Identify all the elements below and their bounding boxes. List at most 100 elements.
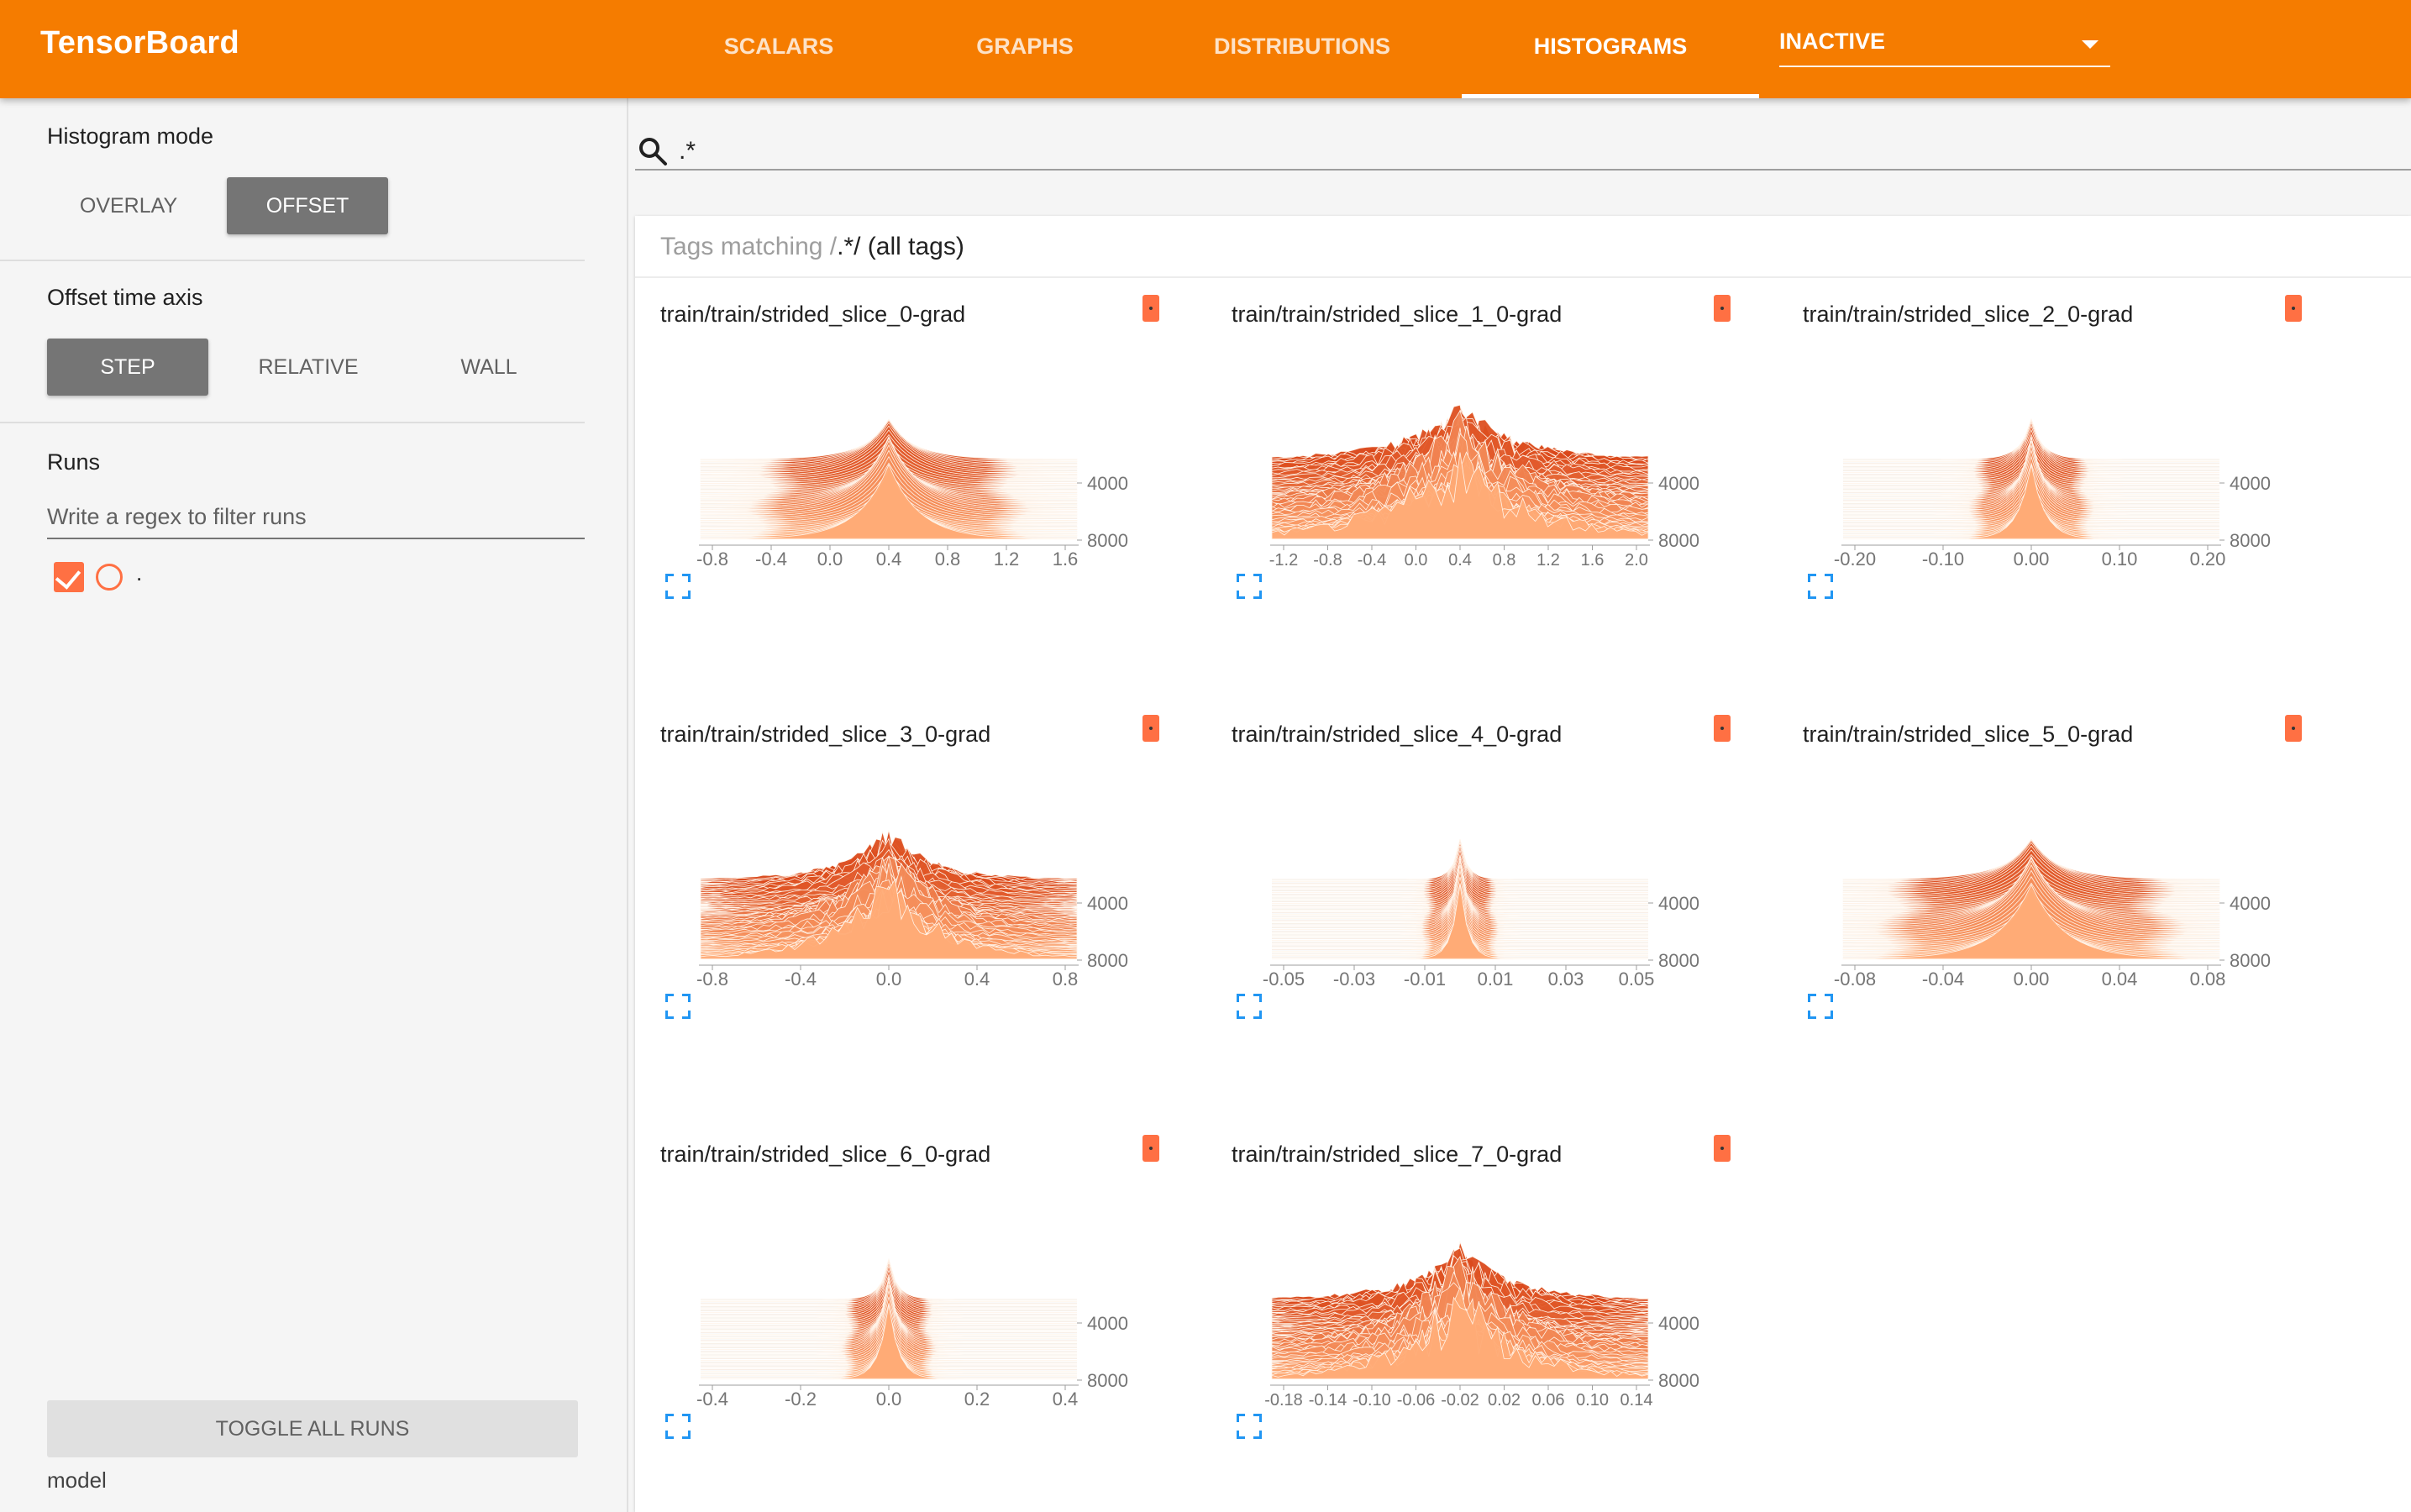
run-menu-icon[interactable] [1714,295,1731,322]
x-tick-label: -0.4 [696,1389,728,1409]
y-tick-label: 8000 [1087,1370,1128,1391]
histogram-tile: train/train/strided_slice_6_0-grad -0.4 -0… [635,1126,1206,1512]
histogram-title: train/train/strided_slice_2_0-grad [1803,302,2134,327]
run-color-circle-icon [96,564,123,591]
mode-offset-button[interactable]: OFFSET [227,177,388,234]
histogram-mode-title: Histogram mode [47,123,214,149]
expand-corner [1808,591,1816,599]
run-menu-icon[interactable] [2285,295,2302,322]
y-tick-label: 4000 [1087,1313,1128,1334]
x-tick-label: 0.08 [2190,969,2226,989]
histogram-title: train/train/strided_slice_1_0-grad [1232,302,1563,327]
histogram-tile: train/train/strided_slice_4_0-grad -0.05-… [1206,706,1778,1126]
run-filter-input[interactable]: Write a regex to filter runs [47,504,585,539]
card-header-prefix: Tags matching / [660,233,838,260]
histogram-title: train/train/strided_slice_7_0-grad [1232,1142,1563,1167]
expand-corner [1237,1431,1245,1439]
histogram-chart: -0.20 -0.10 0.00 0.10 0.20 4000 8000 [1834,418,2271,569]
x-tick-label: 0.10 [2102,549,2138,569]
y-tick-label: 8000 [2230,530,2271,551]
run-menu-icon[interactable] [2285,715,2302,742]
expand-icon[interactable] [1237,1414,1262,1439]
expand-corner [1253,591,1262,599]
x-tick-label: 1.2 [1536,551,1560,569]
x-tick-label: -0.04 [1922,969,1964,989]
histogram-title: train/train/strided_slice_4_0-grad [1232,722,1563,747]
expand-corner [1825,591,1833,599]
card-header[interactable]: Tags matching /.*/ (all tags) [635,216,2411,278]
x-tick-label: 0.0 [876,1389,902,1409]
x-tick-label: 0.00 [2014,969,2050,989]
expand-corner [682,1431,691,1439]
expand-icon[interactable] [1808,574,1833,599]
run-menu-icon[interactable] [1714,715,1731,742]
x-tick-label: -0.4 [1358,551,1386,569]
y-tick-label: 4000 [1087,473,1128,494]
tab-histograms[interactable]: HISTOGRAMS [1462,0,1759,98]
search-value: .* [679,137,696,165]
expand-icon[interactable] [1808,994,1833,1019]
x-tick-label: -1.2 [1269,551,1298,569]
axis-relative-button[interactable]: RELATIVE [227,339,390,396]
histogram-chart: -0.18 -0.14 -0.10 -0.06 -0.02 0.02 0.06 0.10 0.1… [1264,1241,1699,1409]
card-header-suffix: / (all tags) [854,233,964,260]
main-panel: .* Tags matching /.*/ (all tags) train/t… [630,98,2411,1512]
inactive-dropdown[interactable]: INACTIVE [1779,29,2110,67]
tag-search-input[interactable]: .* [635,134,2411,171]
x-tick-label: 1.6 [1581,551,1605,569]
expand-corner [1237,1414,1245,1422]
histogram-chart: -0.05 -0.03 -0.01 0.01 0.03 0.05 4000 8000 [1263,838,1699,989]
y-tick-label: 8000 [2230,950,2271,971]
tab-distributions[interactable]: DISTRIBUTIONS [1193,0,1411,98]
expand-icon[interactable] [665,994,691,1019]
run-menu-icon[interactable] [1714,1135,1731,1162]
run-menu-icon[interactable] [1142,715,1159,742]
expand-corner [682,574,691,582]
expand-corner [665,1431,674,1439]
expand-corner [665,1414,674,1422]
x-tick-label: 0.0 [876,969,902,989]
x-tick-label: 0.20 [2190,549,2226,569]
histogram-chart: -0.08 -0.04 0.00 0.04 0.08 4000 8000 [1834,838,2271,989]
expand-corner [1253,574,1262,582]
offset-axis-title: Offset time axis [47,285,203,310]
expand-corner [682,1011,691,1019]
tab-scalars[interactable]: SCALARS [689,0,869,98]
expand-corner [1825,1011,1833,1019]
mode-overlay-button[interactable]: OVERLAY [50,177,207,234]
y-tick-label: 4000 [2230,893,2271,914]
sidebar-divider [0,260,585,261]
expand-icon[interactable] [665,574,691,599]
x-tick-label: -0.10 [1922,549,1964,569]
y-tick-label: 8000 [1658,1370,1699,1391]
run-menu-icon[interactable] [1142,295,1159,322]
x-tick-label: 0.0 [817,549,843,569]
axis-step-button[interactable]: STEP [47,339,208,396]
expand-corner [1808,574,1816,582]
y-tick-label: 4000 [2230,473,2271,494]
x-tick-label: 0.4 [1053,1389,1079,1409]
expand-icon[interactable] [1237,574,1262,599]
x-tick-label: 0.4 [1448,551,1472,569]
tag-group-card: Tags matching /.*/ (all tags) train/trai… [635,216,2411,1512]
tab-graphs[interactable]: GRAPHS [941,0,1109,98]
histogram-tile: train/train/strided_slice_5_0-grad -0.08-… [1778,706,2349,1126]
expand-icon[interactable] [1237,994,1262,1019]
expand-corner [682,1414,691,1422]
x-tick-label: -0.18 [1264,1391,1303,1409]
expand-corner [1237,574,1245,582]
x-tick-label: 0.03 [1548,969,1584,989]
run-menu-icon[interactable] [1142,1135,1159,1162]
inactive-dropdown-label: INACTIVE [1779,29,1886,54]
expand-icon[interactable] [665,1414,691,1439]
card-header-regex: .* [837,233,854,260]
histogram-tile: train/train/strided_slice_0-grad -0.8 -0.4… [635,286,1206,706]
run-checkbox[interactable] [54,562,84,592]
x-tick-label: -0.8 [696,969,728,989]
axis-wall-button[interactable]: WALL [408,339,570,396]
x-tick-label: -0.06 [1397,1391,1436,1409]
expand-corner [665,994,674,1002]
y-tick-label: 8000 [1087,950,1128,971]
toggle-all-runs-button[interactable]: TOGGLE ALL RUNS [47,1400,578,1457]
x-tick-label: 0.4 [876,549,902,569]
